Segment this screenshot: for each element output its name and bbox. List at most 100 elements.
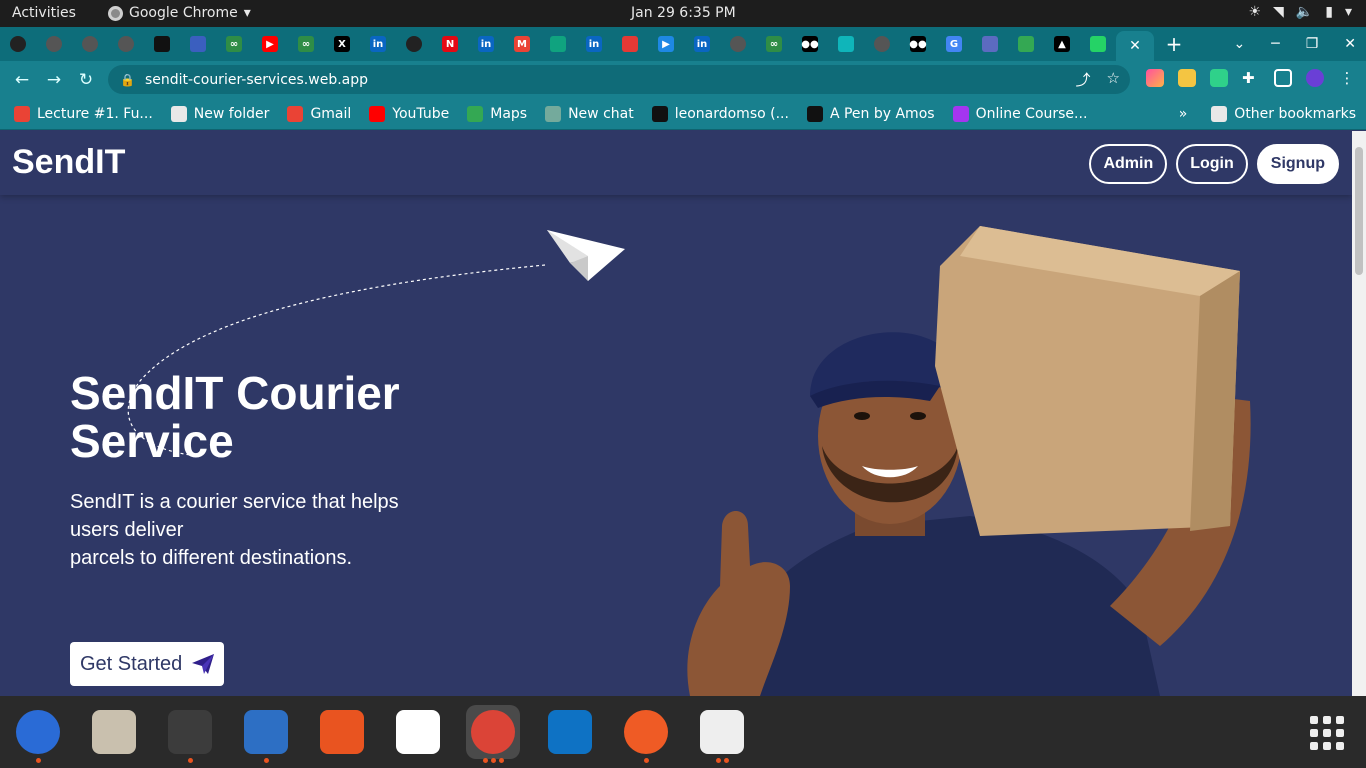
tab-active-sendit[interactable]: ✕ [1116, 31, 1154, 61]
tab-diamond[interactable] [828, 27, 864, 61]
tab-linkedin[interactable]: in [684, 27, 720, 61]
globe-icon [46, 36, 62, 52]
reload-icon[interactable]: ↻ [70, 70, 102, 90]
firefox-globe-icon [190, 36, 206, 52]
tab-firefox-globe[interactable] [180, 27, 216, 61]
system-tray[interactable]: ☀ ◥ 🔈 ▮ ▾ [1248, 4, 1352, 20]
puzzle-icon[interactable]: ✚ [1242, 69, 1260, 87]
gmail-icon: M [514, 36, 530, 52]
url-text[interactable]: sendit-courier-services.web.app [145, 72, 368, 88]
chrome-icon[interactable] [466, 705, 520, 763]
tab-gfg[interactable]: ∞ [216, 27, 252, 61]
tab-gfg[interactable]: ∞ [756, 27, 792, 61]
bookmark-item[interactable]: Lecture #1. Fu... [14, 105, 153, 122]
page-scrollbar[interactable] [1352, 131, 1366, 696]
tab-hexagon[interactable] [144, 27, 180, 61]
bookmark-item[interactable]: New folder [170, 105, 269, 122]
tab-gmail[interactable]: M [504, 27, 540, 61]
tab-globe[interactable] [864, 27, 900, 61]
maximize-icon[interactable]: ❐ [1306, 36, 1319, 52]
app-menu[interactable]: Google Chrome ▾ [108, 5, 251, 21]
tab-linkedin[interactable]: in [360, 27, 396, 61]
tab-netflix[interactable]: N [432, 27, 468, 61]
tab-globe[interactable] [72, 27, 108, 61]
wifi-icon: ◥ [1273, 4, 1284, 20]
show-apps-icon[interactable] [1310, 716, 1344, 750]
close-tab-icon[interactable]: ✕ [1129, 38, 1141, 54]
bookmark-item[interactable]: leonardomso (... [651, 105, 789, 122]
tab-loader[interactable] [972, 27, 1008, 61]
back-icon[interactable]: ← [6, 70, 38, 90]
software-icon[interactable] [315, 705, 369, 759]
extension-icon[interactable] [1146, 69, 1164, 87]
minimize-icon[interactable]: ─ [1271, 36, 1279, 52]
tab-github[interactable] [0, 27, 36, 61]
tab-record[interactable] [612, 27, 648, 61]
get-started-button[interactable]: Get Started [70, 642, 225, 686]
share-icon[interactable]: ⤴ [1076, 69, 1091, 90]
terminal-icon[interactable] [163, 705, 217, 763]
bookmark-label: YouTube [392, 105, 450, 122]
other-bookmarks[interactable]: Other bookmarks [1211, 105, 1356, 122]
dock [0, 696, 1366, 768]
scrollbar-thumb[interactable] [1355, 147, 1363, 275]
courier-man-image [687, 226, 1251, 696]
codepen-icon [806, 105, 823, 122]
netflix-icon: N [442, 36, 458, 52]
tab-medium[interactable]: ●● [900, 27, 936, 61]
linkedin-icon: in [586, 36, 602, 52]
reader-icon[interactable] [695, 705, 749, 763]
bookmark-item[interactable]: A Pen by Amos [806, 105, 935, 122]
tab-whatsapp[interactable] [1080, 27, 1116, 61]
tab-youtube[interactable]: ▶ [252, 27, 288, 61]
tab-github[interactable] [396, 27, 432, 61]
address-bar[interactable]: 🔒 sendit-courier-services.web.app ⤴ ☆ [108, 65, 1130, 94]
tab-gfg[interactable]: ∞ [288, 27, 324, 61]
bookmark-item[interactable]: YouTube [369, 105, 450, 122]
close-window-icon[interactable]: ✕ [1344, 36, 1356, 52]
kebab-menu-icon[interactable]: ⋮ [1338, 69, 1356, 87]
web-page: SendIT Admin Login Signup SendIT Courier… [0, 131, 1352, 696]
avatar[interactable] [1306, 69, 1324, 87]
globe-icon [874, 36, 890, 52]
writer-icon[interactable] [239, 705, 293, 763]
bookmarks-bar: Lecture #1. Fu... New folder Gmail YouTube M… [0, 98, 1366, 130]
tab-linkedin[interactable]: in [576, 27, 612, 61]
tab-medium[interactable]: ●● [792, 27, 828, 61]
hero-description-line-1: SendIT is a courier service that helps u… [70, 491, 399, 541]
tab-play[interactable]: ▶ [648, 27, 684, 61]
activities-button[interactable]: Activities [12, 5, 76, 21]
tab-drive[interactable] [1008, 27, 1044, 61]
tab-x[interactable]: X [324, 27, 360, 61]
paper-plane-icon [547, 230, 625, 281]
tab-vercel[interactable]: ▲ [1044, 27, 1080, 61]
tab-globe[interactable] [108, 27, 144, 61]
google-icon: G [946, 36, 962, 52]
volume-icon: 🔈 [1295, 4, 1314, 20]
side-panel-icon[interactable] [1274, 69, 1292, 87]
tab-globe[interactable] [720, 27, 756, 61]
notes-extension-icon[interactable] [1178, 69, 1196, 87]
lock-icon[interactable]: 🔒 [120, 73, 135, 87]
files-icon[interactable] [87, 705, 141, 759]
new-tab-button[interactable]: + [1154, 32, 1194, 56]
forward-icon[interactable]: → [38, 70, 70, 90]
tab-chatgpt[interactable] [540, 27, 576, 61]
tab-linkedin[interactable]: in [468, 27, 504, 61]
clock[interactable]: Jan 29 6:35 PM [631, 5, 736, 21]
slack-icon[interactable] [391, 705, 445, 759]
thunderbird-icon[interactable] [11, 705, 65, 763]
tab-google[interactable]: G [936, 27, 972, 61]
postman-icon[interactable] [619, 705, 673, 763]
bookmark-item[interactable]: Maps [467, 105, 527, 122]
tab-globe[interactable] [36, 27, 72, 61]
bookmark-item[interactable]: Gmail [287, 105, 351, 122]
bookmark-star-icon[interactable]: ☆ [1107, 69, 1120, 90]
gmail-icon [287, 105, 304, 122]
extension-icon[interactable] [1210, 69, 1228, 87]
bookmark-item[interactable]: Online Course... [952, 105, 1087, 122]
bookmark-item[interactable]: New chat [545, 105, 634, 122]
bookmarks-overflow-icon[interactable]: » [1179, 106, 1188, 122]
tab-search-icon[interactable]: ⌄ [1234, 36, 1246, 52]
vscode-icon[interactable] [543, 705, 597, 759]
